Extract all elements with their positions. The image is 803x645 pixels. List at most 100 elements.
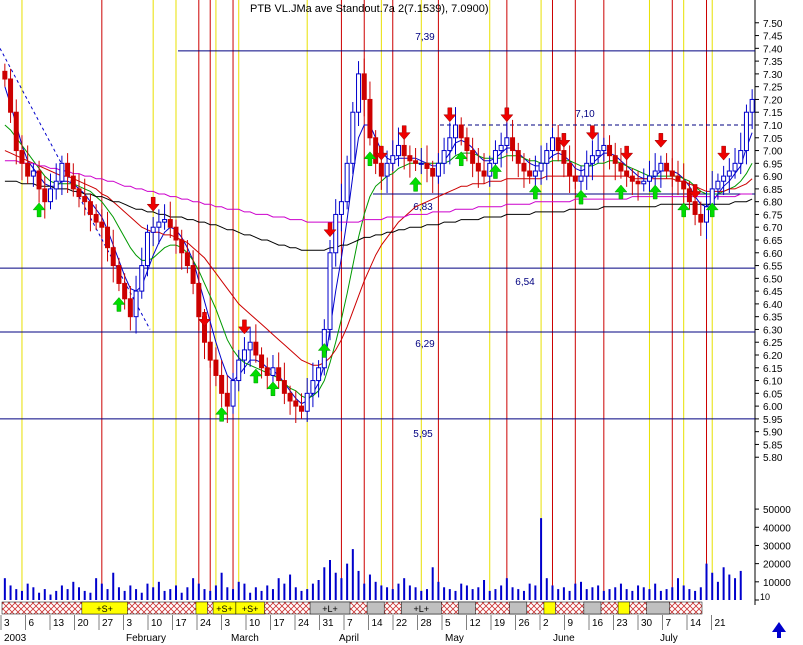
candle-body <box>230 380 236 407</box>
chart-window: 7,39 7,10 6,83 6,54 6,29 5,95 7.50 7.45 7.40 7.35… <box>0 0 803 645</box>
candle-body <box>470 150 476 164</box>
day-label: 13 <box>53 618 65 629</box>
candle-body <box>87 201 93 215</box>
candle-body <box>726 170 732 177</box>
candle-body <box>350 111 356 164</box>
volume-tick-label: 10000 <box>763 578 791 589</box>
candle-body <box>532 170 538 177</box>
candle-body <box>293 400 299 407</box>
candle-body <box>298 405 304 412</box>
candle-body <box>407 155 413 162</box>
candle-body <box>316 367 322 382</box>
candle-body <box>76 188 82 198</box>
candle-body <box>65 162 71 177</box>
day-label: 17 <box>274 618 286 629</box>
candle-body <box>453 124 459 139</box>
day-label: 2 <box>543 618 549 629</box>
volume-tick-label: 50000 <box>763 505 791 516</box>
candle-body <box>105 226 111 249</box>
candle-body <box>544 150 550 164</box>
price-tick-label: 7.40 <box>763 44 783 55</box>
candle-body <box>144 231 150 267</box>
candle-body <box>190 265 196 284</box>
price-tick-label: 6.85 <box>763 185 783 196</box>
price-tick-label: 7.25 <box>763 83 783 94</box>
price-tick-label: 7.50 <box>763 19 783 30</box>
day-label: 30 <box>641 618 653 629</box>
candle-body <box>492 150 498 164</box>
candle-body <box>219 374 225 394</box>
scroll-up-icon[interactable] <box>770 620 788 640</box>
candle-body <box>150 226 156 233</box>
price-tick-label: 6.40 <box>763 300 783 311</box>
day-label: 17 <box>176 618 188 629</box>
day-label: 7 <box>347 618 353 629</box>
level-label: 5,95 <box>413 429 433 440</box>
candle-body <box>521 162 527 172</box>
price-tick-label: 7.00 <box>763 147 783 158</box>
candle-body <box>430 167 436 177</box>
candle-body <box>447 137 453 152</box>
candle-body <box>2 70 8 80</box>
candle-body <box>344 162 350 203</box>
candle-body <box>361 73 367 100</box>
candle-body <box>19 150 25 164</box>
month-label: March <box>231 633 259 644</box>
candle-body <box>264 367 270 376</box>
candle-body <box>418 162 424 165</box>
candle-body <box>549 137 555 152</box>
candle-body <box>607 144 613 157</box>
price-tick-label: 5.80 <box>763 453 783 464</box>
candle-body <box>510 137 516 152</box>
candle-body <box>504 137 510 146</box>
price-tick-label: 7.05 <box>763 134 783 145</box>
candle-body <box>196 282 202 318</box>
day-label: 6 <box>29 618 35 629</box>
candle-body <box>652 170 658 177</box>
price-tick-label: 6.50 <box>763 274 783 285</box>
candle-body <box>749 98 755 113</box>
candle-body <box>127 298 133 318</box>
candle-body <box>207 341 213 361</box>
signal-segment <box>543 601 556 615</box>
candle-body <box>122 282 128 300</box>
volume-tick-label: 40000 <box>763 523 791 534</box>
price-tick-label: 7.45 <box>763 32 783 43</box>
candle-body <box>338 201 344 215</box>
candle-body <box>116 265 122 284</box>
candle-body <box>179 239 185 254</box>
candle-body <box>515 150 521 164</box>
candle-body <box>270 367 276 376</box>
candle-body <box>173 226 179 241</box>
signal-segment <box>458 601 476 615</box>
day-label: 23 <box>617 618 629 629</box>
day-label: 3 <box>4 618 10 629</box>
candle-body <box>236 359 242 382</box>
candle-body <box>373 137 379 164</box>
candle-body <box>310 380 316 394</box>
signal-label: +L+ <box>414 604 430 614</box>
day-label: 21 <box>715 618 727 629</box>
signal-segment <box>583 601 602 615</box>
level-label: 7,39 <box>415 32 435 43</box>
candle-body <box>156 221 162 228</box>
candle-body <box>162 219 168 223</box>
candle-body <box>641 180 647 185</box>
day-label: 7 <box>666 618 672 629</box>
candle-body <box>601 144 607 152</box>
candle-body <box>241 349 247 361</box>
month-label: July <box>660 633 678 644</box>
candle-body <box>669 170 675 177</box>
candle-body <box>42 188 48 203</box>
candle-body <box>99 221 105 228</box>
candle-body <box>82 196 88 203</box>
candle-body <box>589 155 595 164</box>
candle-body <box>93 213 99 223</box>
candle-body <box>435 162 441 177</box>
volume-tick-label: 20000 <box>763 560 791 571</box>
price-tick-label: 5.95 <box>763 415 783 426</box>
signal-label: +S+ <box>242 604 259 614</box>
candle-body <box>686 188 692 203</box>
candle-body <box>698 213 704 223</box>
candle-body <box>356 73 362 113</box>
